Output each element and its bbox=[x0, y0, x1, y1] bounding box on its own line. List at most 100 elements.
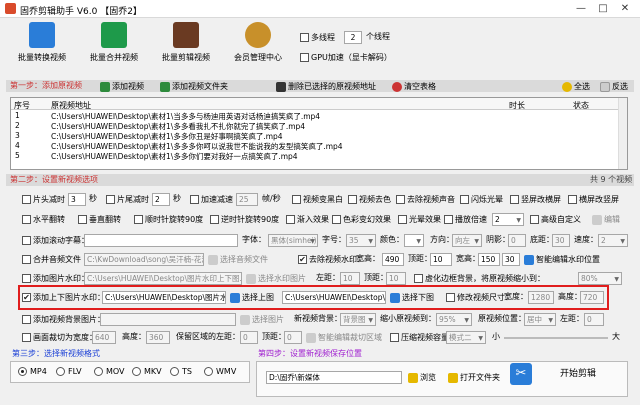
smart-crop-button[interactable]: 智能编辑裁切区域 bbox=[306, 331, 382, 344]
remove-watermark-option[interactable]: 去除视频水印： bbox=[298, 254, 365, 265]
compress-option[interactable]: 压缩视频容量 bbox=[390, 332, 449, 343]
watermark-x-input[interactable]: 490 bbox=[382, 253, 404, 266]
remove-sound-option[interactable]: 去除视频声音 bbox=[396, 194, 455, 205]
bg-left-input[interactable]: 0 bbox=[584, 313, 604, 326]
tail-cut-option[interactable]: 片尾减时 bbox=[106, 194, 149, 205]
hflip-option[interactable]: 水平翻转 bbox=[22, 214, 65, 225]
vflip-option[interactable]: 垂直翻转 bbox=[78, 214, 121, 225]
radio-ts[interactable] bbox=[170, 367, 179, 376]
modify-size-option[interactable]: 修改视频尺寸： bbox=[446, 292, 513, 303]
thread-count-input[interactable]: 2 bbox=[344, 31, 362, 44]
top-image-path-input[interactable]: C:\Users\HUAWEI\Desktop\图片水印 bbox=[102, 291, 226, 304]
horizontal-option[interactable]: 横屏改竖屏 bbox=[568, 194, 619, 205]
crop-height-input[interactable]: 360 bbox=[146, 331, 170, 344]
audio-path-input[interactable]: C:\KwDownload\song\吴汗楠-花泽香菜- bbox=[84, 253, 204, 266]
fade-in-option[interactable]: 渐入效果 bbox=[286, 214, 329, 225]
vflip-checkbox[interactable] bbox=[78, 215, 87, 224]
rot90-option[interactable]: 顺时针旋转90度 bbox=[134, 214, 203, 225]
batch-merge-button[interactable]: 批量合并视频 bbox=[84, 22, 144, 68]
new-bg-select[interactable]: 背景图 bbox=[340, 313, 376, 326]
gpu-checkbox[interactable] bbox=[300, 53, 309, 62]
bg-path-input[interactable] bbox=[100, 313, 236, 326]
format-mp4[interactable]: MP4 bbox=[18, 366, 47, 377]
direction-select[interactable]: 向左 bbox=[452, 234, 482, 247]
subtitle-checkbox[interactable] bbox=[22, 236, 31, 245]
vertical-checkbox[interactable] bbox=[510, 195, 519, 204]
speed-input[interactable]: 25 bbox=[236, 193, 258, 206]
table-row[interactable]: 3 C:\Users\HUAWEI\Desktop\素材1\多多你丑是好事啊搞笑… bbox=[11, 130, 627, 141]
color-diff-checkbox[interactable] bbox=[332, 215, 341, 224]
crop-checkbox[interactable] bbox=[22, 333, 31, 342]
member-center-button[interactable]: 会员管理中心 bbox=[228, 22, 288, 68]
batch-edit-button[interactable]: 批量剪辑视频 bbox=[156, 22, 216, 68]
crop-option[interactable]: 画面裁切为宽度： bbox=[22, 332, 97, 343]
black-white-option[interactable]: 视频变黑白 bbox=[292, 194, 343, 205]
clear-table-button[interactable]: 清空表格 bbox=[392, 80, 436, 93]
video-table[interactable]: 序号 原视频地址 时长 状态 1 C:\Users\HUAWEI\Desktop… bbox=[10, 97, 628, 170]
crop-width-input[interactable]: 640 bbox=[92, 331, 116, 344]
image-watermark-option[interactable]: 添加图片水印： bbox=[22, 273, 89, 284]
modify-size-checkbox[interactable] bbox=[446, 293, 455, 302]
open-folder-button[interactable]: 打开文件夹 bbox=[448, 371, 500, 384]
add-bg-checkbox[interactable] bbox=[22, 315, 31, 324]
output-path-input[interactable]: D:\固乔\新媒体 bbox=[266, 371, 402, 384]
watermark-h-input[interactable]: 30 bbox=[502, 253, 520, 266]
head-cut-option[interactable]: 片头减时 bbox=[22, 194, 65, 205]
shadow-input[interactable]: 0 bbox=[508, 234, 526, 247]
color-select[interactable] bbox=[404, 234, 424, 247]
top-bottom-checkbox[interactable] bbox=[22, 293, 31, 302]
virtual-bg-select[interactable]: 80% bbox=[578, 272, 622, 285]
compress-slider-track[interactable] bbox=[504, 337, 608, 339]
choose-top-button[interactable]: 选择上图 bbox=[230, 291, 274, 304]
subtitle-option[interactable]: 添加滚动字幕： bbox=[22, 235, 89, 246]
watermark-w-input[interactable]: 150 bbox=[478, 253, 500, 266]
head-cut-input[interactable]: 3 bbox=[68, 193, 86, 206]
rot90-checkbox[interactable] bbox=[134, 215, 143, 224]
position-select[interactable]: 居中 bbox=[524, 313, 556, 326]
vertical-option[interactable]: 竖屏改横屏 bbox=[510, 194, 561, 205]
width-input[interactable]: 1280 bbox=[528, 291, 554, 304]
radio-mkv[interactable] bbox=[132, 367, 141, 376]
merge-audio-checkbox[interactable] bbox=[22, 255, 31, 264]
multithread-option[interactable]: 多线程 bbox=[300, 32, 335, 43]
choose-watermark-button[interactable]: 选择水印图片 bbox=[246, 272, 306, 285]
crop-top-input[interactable]: 0 bbox=[284, 331, 302, 344]
radio-mov[interactable] bbox=[94, 367, 103, 376]
add-bg-option[interactable]: 添加视频背景图片： bbox=[22, 314, 105, 325]
black-white-checkbox[interactable] bbox=[292, 195, 301, 204]
subtitle-input[interactable] bbox=[84, 234, 238, 247]
delete-selected-button[interactable]: 删除已选择的原视频地址 bbox=[276, 80, 376, 93]
add-video-button[interactable]: 添加视频 bbox=[100, 80, 144, 93]
playback-select[interactable]: 2 bbox=[492, 213, 524, 226]
fade-in-checkbox[interactable] bbox=[286, 215, 295, 224]
speed-change-option[interactable]: 加速减速 bbox=[190, 194, 233, 205]
tail-cut-checkbox[interactable] bbox=[106, 195, 115, 204]
image-watermark-checkbox[interactable] bbox=[22, 274, 31, 283]
color-remove-checkbox[interactable] bbox=[348, 195, 357, 204]
multithread-checkbox[interactable] bbox=[300, 33, 309, 42]
horizontal-checkbox[interactable] bbox=[568, 195, 577, 204]
watermark-top-input[interactable]: 10 bbox=[386, 272, 406, 285]
choose-bg-button[interactable]: 选择图片 bbox=[240, 313, 284, 326]
invert-button[interactable]: 反选 bbox=[600, 80, 628, 93]
compress-mode-select[interactable]: 模式二 bbox=[446, 331, 486, 344]
edit-button[interactable]: 编辑 bbox=[592, 213, 620, 226]
format-flv[interactable]: FLV bbox=[56, 366, 82, 377]
color-remove-option[interactable]: 视频去色 bbox=[348, 194, 391, 205]
table-row[interactable]: 1 C:\Users\HUAWEI\Desktop\素材1\当多多与杨迪用英语对… bbox=[11, 110, 627, 121]
custom-checkbox[interactable] bbox=[530, 215, 539, 224]
batch-convert-button[interactable]: 批量转换视频 bbox=[12, 22, 72, 68]
flash-checkbox[interactable] bbox=[460, 195, 469, 204]
browse-button[interactable]: 浏览 bbox=[408, 371, 436, 384]
table-row[interactable]: 4 C:\Users\HUAWEI\Desktop\素材1\多多多你呵以说我世不… bbox=[11, 140, 627, 151]
radio-flv[interactable] bbox=[56, 367, 65, 376]
radio-wmv[interactable] bbox=[204, 367, 213, 376]
maximize-button[interactable]: □ bbox=[592, 2, 614, 16]
remove-sound-checkbox[interactable] bbox=[396, 195, 405, 204]
top-bottom-watermark-option[interactable]: 添加上下图片水印： bbox=[22, 292, 105, 303]
color-diff-option[interactable]: 色彩变幻效果 bbox=[332, 214, 391, 225]
choose-audio-button[interactable]: 选择音频文件 bbox=[208, 253, 268, 266]
minimize-button[interactable]: — bbox=[570, 2, 592, 16]
hflip-checkbox[interactable] bbox=[22, 215, 31, 224]
image-path-input[interactable]: C:\Users\HUAWEI\Desktop\图片水印上下图.jpg bbox=[84, 272, 242, 285]
